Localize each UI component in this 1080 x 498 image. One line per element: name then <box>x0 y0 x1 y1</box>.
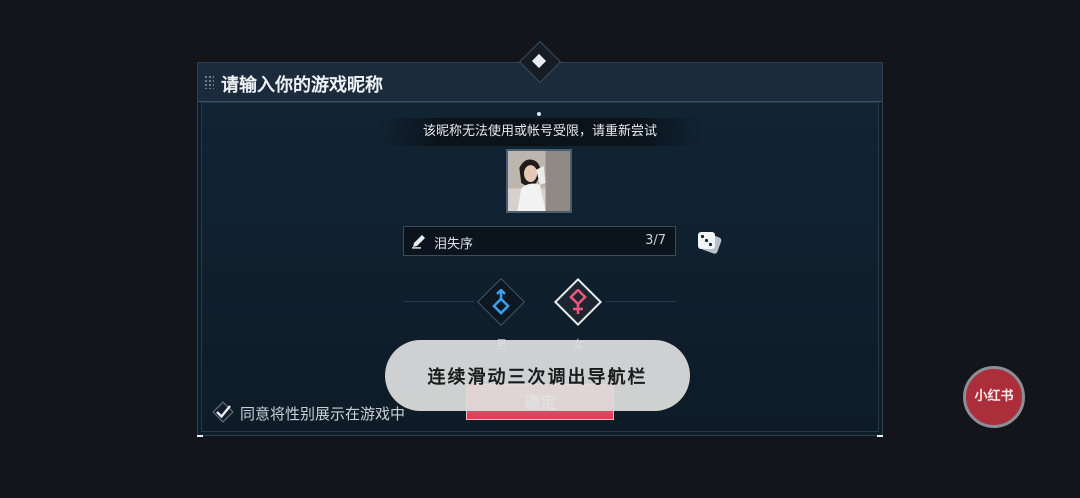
frame-corner <box>877 435 883 437</box>
nickname-field[interactable]: 泪失序 3/7 <box>403 226 676 256</box>
agree-label: 同意将性别展示在游戏中 <box>240 405 406 423</box>
gender-male-button[interactable] <box>476 277 526 327</box>
error-message: 该昵称无法使用或帐号受限，请重新尝试 <box>380 118 700 146</box>
frame-corner <box>197 435 203 437</box>
gender-divider-left <box>404 301 474 302</box>
grip-dots-icon <box>204 75 214 89</box>
pencil-icon <box>412 235 425 249</box>
gender-divider-right <box>606 301 676 302</box>
nickname-value: 泪失序 <box>434 237 474 252</box>
male-symbol-icon <box>492 289 510 315</box>
female-symbol-icon <box>569 289 587 314</box>
navigation-toast: 连续滑动三次调出导航栏 <box>385 340 690 411</box>
dice-icon[interactable] <box>695 229 723 255</box>
avatar-image <box>508 151 570 211</box>
check-icon <box>212 401 234 423</box>
toast-text: 连续滑动三次调出导航栏 <box>427 367 648 388</box>
nickname-char-count: 3/7 <box>645 233 666 248</box>
dialog-title: 请输入你的游戏昵称 <box>221 75 383 96</box>
gender-female-button[interactable] <box>553 277 603 327</box>
avatar[interactable] <box>506 149 572 213</box>
xiaohongshu-badge[interactable]: 小红书 <box>963 366 1025 428</box>
ornament-dot <box>537 112 541 116</box>
